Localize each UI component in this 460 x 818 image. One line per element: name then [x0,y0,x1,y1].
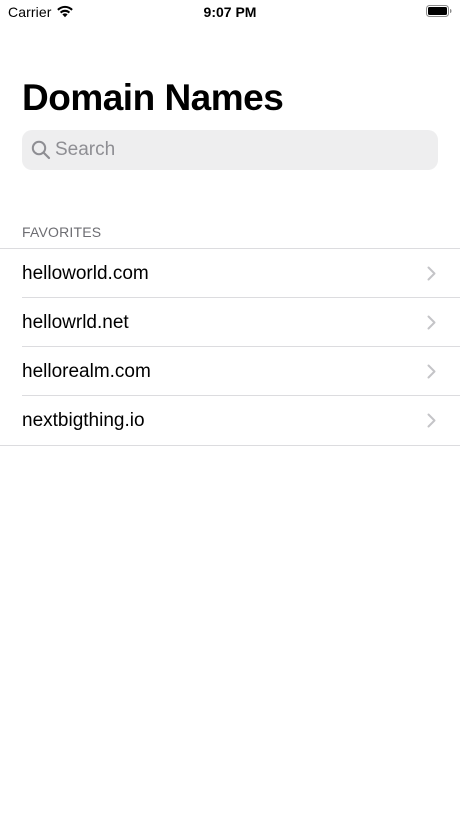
clock-time: 9:07 PM [203,4,257,20]
list-item[interactable]: hellowrld.net [0,298,460,347]
chevron-right-icon [427,413,436,428]
list-item-label: hellorealm.com [22,361,151,382]
search-bar[interactable] [22,130,438,170]
list-item[interactable]: helloworld.com [0,249,460,298]
list-item-label: helloworld.com [22,263,149,284]
search-input[interactable] [55,130,425,170]
status-bar: Carrier 9:07 PM [0,0,460,24]
battery-icon [426,5,452,17]
list-item-label: nextbigthing.io [22,410,145,431]
favorites-list: helloworld.com hellowrld.net hellorealm.… [0,248,460,446]
list-item[interactable]: nextbigthing.io [0,396,460,445]
chevron-right-icon [427,266,436,281]
list-item[interactable]: hellorealm.com [0,347,460,396]
chevron-right-icon [427,364,436,379]
section-header-favorites: FAVORITES [22,224,102,240]
search-icon [31,140,51,160]
list-item-label: hellowrld.net [22,312,129,333]
page-title: Domain Names [22,77,284,118]
chevron-right-icon [427,315,436,330]
